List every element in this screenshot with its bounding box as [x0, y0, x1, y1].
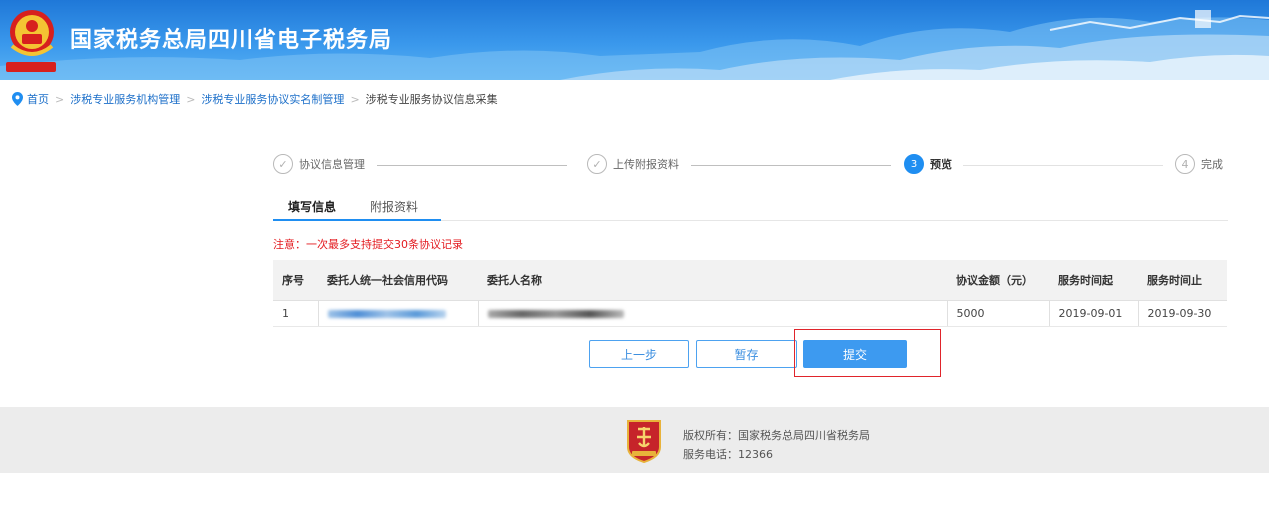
- step-4: 4 完成: [1175, 154, 1223, 174]
- check-circle-icon: ✓: [587, 154, 607, 174]
- cell-index: 1: [273, 299, 318, 327]
- step-2-label: 上传附报资料: [613, 158, 679, 171]
- cell-amount: 5000: [946, 299, 1049, 327]
- submit-highlight-box: [794, 329, 941, 377]
- column-header: 协议金额（元）: [947, 260, 1049, 300]
- step-1-label: 协议信息管理: [299, 158, 365, 171]
- footer-text: 版权所有：国家税务总局四川省税务局 服务电话：12366: [683, 426, 870, 464]
- location-pin-icon: [12, 92, 23, 106]
- breadcrumb-current: 涉税专业服务协议信息采集: [365, 93, 498, 106]
- table-row[interactable]: 1 5000 2019-09-01 2019-09-30: [273, 299, 1227, 327]
- footer: 版权所有：国家税务总局四川省税务局 服务电话：12366: [0, 407, 1269, 473]
- step-connector: [377, 165, 567, 166]
- column-header: 服务时间起: [1049, 260, 1138, 300]
- tax-emblem-icon: [6, 6, 58, 74]
- tab-bar: 填写信息 附报资料: [273, 194, 1228, 221]
- save-draft-button[interactable]: 暂存: [696, 340, 797, 368]
- footer-phone: 服务电话：12366: [683, 448, 773, 461]
- breadcrumb-level2-link[interactable]: 涉税专业服务协议实名制管理: [201, 91, 344, 107]
- table-header-row: 序号 委托人统一社会信用代码 委托人名称 协议金额（元） 服务时间起 服务时间止: [273, 260, 1227, 300]
- tab-fill-info[interactable]: 填写信息: [288, 198, 336, 215]
- step-4-label: 完成: [1201, 158, 1223, 171]
- cell-end-date: 2019-09-30: [1137, 299, 1227, 327]
- tab-attachments[interactable]: 附报资料: [370, 198, 418, 215]
- breadcrumb-separator: >: [350, 92, 360, 106]
- check-circle-icon: ✓: [273, 154, 293, 174]
- cell-credit-code: [317, 299, 478, 327]
- header-banner: 国家税务总局四川省电子税务局: [0, 0, 1269, 80]
- redacted-client-name: [487, 309, 624, 318]
- breadcrumb-level1-link[interactable]: 涉税专业服务机构管理: [70, 91, 180, 107]
- column-header: 委托人统一社会信用代码: [318, 260, 478, 300]
- submission-limit-notice: 注意：一次最多支持提交30条协议记录: [273, 238, 463, 251]
- redacted-credit-code: [327, 309, 446, 318]
- cell-start-date: 2019-09-01: [1048, 299, 1138, 327]
- column-header: 委托人名称: [478, 260, 947, 300]
- site-title: 国家税务总局四川省电子税务局: [70, 28, 393, 53]
- step-1: ✓ 协议信息管理: [273, 154, 365, 174]
- step-3-label: 预览: [930, 158, 952, 171]
- column-header: 序号: [273, 260, 318, 300]
- progress-stepper: ✓ 协议信息管理 ✓ 上传附报资料 3 预览 4 完成: [273, 154, 1228, 178]
- breadcrumb-home-link[interactable]: 首页: [27, 91, 49, 107]
- breadcrumb-separator: >: [186, 92, 196, 106]
- footer-copyright: 版权所有：国家税务总局四川省税务局: [683, 429, 870, 442]
- step-4-number: 4: [1175, 154, 1195, 174]
- step-3-number: 3: [904, 154, 924, 174]
- active-tab-underline: [273, 219, 441, 221]
- column-header: 服务时间止: [1138, 260, 1227, 300]
- cell-client-name: [477, 299, 947, 327]
- step-connector: [963, 165, 1163, 166]
- footer-badge-icon: [626, 419, 662, 464]
- agreement-table: 序号 委托人统一社会信用代码 委托人名称 协议金额（元） 服务时间起 服务时间止…: [273, 260, 1227, 327]
- breadcrumb: 首页 > 涉税专业服务机构管理 > 涉税专业服务协议实名制管理 > 涉税专业服务…: [12, 91, 498, 107]
- prev-step-button[interactable]: 上一步: [589, 340, 689, 368]
- step-connector: [691, 165, 891, 166]
- step-3: 3 预览: [904, 154, 952, 174]
- breadcrumb-separator: >: [55, 92, 65, 106]
- step-2: ✓ 上传附报资料: [587, 154, 679, 174]
